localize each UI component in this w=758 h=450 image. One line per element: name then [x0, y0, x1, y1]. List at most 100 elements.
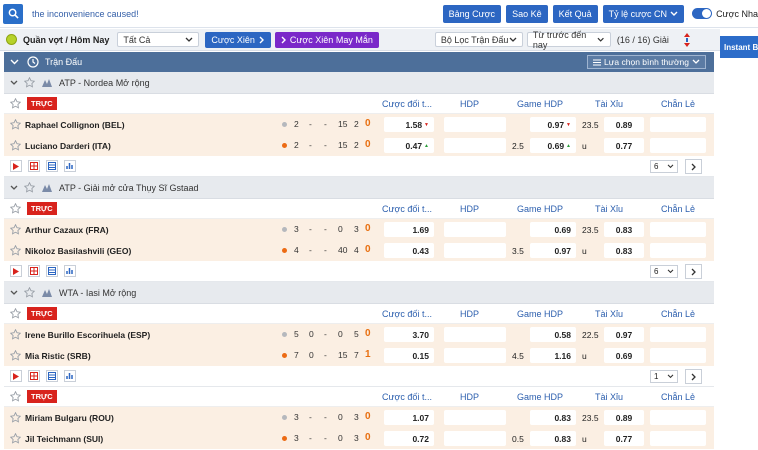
game-hdp-odds[interactable]: 0.58: [530, 327, 576, 342]
sort-order-icon[interactable]: [683, 32, 691, 47]
score-s2: 0: [309, 329, 314, 339]
hdp-odds[interactable]: [444, 222, 506, 237]
game-hdp-odds[interactable]: 0.97 ▼: [530, 117, 576, 132]
scoreboard-icon[interactable]: [46, 265, 58, 277]
hdp-odds[interactable]: [444, 410, 506, 425]
quick-bet-toggle[interactable]: [692, 8, 713, 19]
star-icon[interactable]: [10, 245, 21, 256]
star-icon[interactable]: [10, 98, 21, 109]
statement-button[interactable]: Sao Kê: [506, 4, 548, 23]
game-hdp-odds[interactable]: 0.69 ▲: [530, 138, 576, 153]
odd-even-odds[interactable]: [650, 431, 706, 446]
hdp-odds[interactable]: [444, 138, 506, 153]
tennis-ball-icon: [6, 34, 17, 45]
more-markets-select[interactable]: 1: [650, 370, 678, 383]
stats-grid-icon[interactable]: [28, 370, 40, 382]
results-button[interactable]: Kết Quả: [552, 4, 598, 23]
odds-value: 0.89: [615, 412, 633, 423]
hdp-odds[interactable]: [444, 117, 506, 132]
play-icon[interactable]: [10, 160, 22, 172]
star-icon[interactable]: [10, 391, 21, 402]
moneyline-odds[interactable]: 0.47 ▲: [384, 138, 434, 153]
play-icon[interactable]: [10, 265, 22, 277]
star-icon[interactable]: [10, 140, 21, 151]
star-icon[interactable]: [24, 77, 35, 88]
play-icon[interactable]: [10, 370, 22, 382]
scoreboard-icon[interactable]: [46, 370, 58, 382]
star-icon[interactable]: [10, 412, 21, 423]
game-hdp-odds[interactable]: 0.69: [530, 222, 576, 237]
moneyline-odds[interactable]: 1.07: [384, 410, 434, 425]
odd-even-odds[interactable]: [650, 222, 706, 237]
odds-type-button[interactable]: Tỷ lệ cược CN: [602, 4, 685, 23]
star-icon[interactable]: [10, 329, 21, 340]
league-header[interactable]: ATP - Giải mở cửa Thụy Sĩ Gstaad: [4, 177, 714, 199]
collapse-icon[interactable]: [10, 185, 18, 191]
star-icon[interactable]: [10, 433, 21, 444]
next-button[interactable]: [685, 264, 702, 279]
chevron-down-icon: [670, 11, 678, 16]
game-hdp-odds[interactable]: 0.83: [530, 431, 576, 446]
star-icon[interactable]: [10, 224, 21, 235]
league-header[interactable]: ATP - Nordea Mở rộng: [4, 72, 714, 94]
instant-bet-tab[interactable]: Instant Bet: [720, 36, 758, 58]
odd-even-odds[interactable]: [650, 138, 706, 153]
league-filter-select[interactable]: Bộ Lọc Trận Đấu: [434, 32, 523, 47]
moneyline-odds[interactable]: 1.58 ▼: [384, 117, 434, 132]
odd-even-odds[interactable]: [650, 117, 706, 132]
star-icon[interactable]: [24, 182, 35, 193]
collapse-icon[interactable]: [10, 290, 18, 296]
game-hdp-odds[interactable]: 0.97: [530, 243, 576, 258]
odd-even-odds[interactable]: [650, 348, 706, 363]
game-hdp-odds[interactable]: 1.16: [530, 348, 576, 363]
more-markets-select[interactable]: 6: [650, 160, 678, 173]
collapse-icon[interactable]: [10, 59, 19, 65]
chart-icon[interactable]: [64, 265, 76, 277]
odd-even-odds[interactable]: [650, 410, 706, 425]
hdp-odds[interactable]: [444, 348, 506, 363]
chart-icon[interactable]: [64, 370, 76, 382]
over-under-line: u: [582, 351, 587, 361]
next-button[interactable]: [685, 369, 702, 384]
parlay-button[interactable]: Cược Xiên: [205, 31, 271, 48]
stats-grid-icon[interactable]: [28, 160, 40, 172]
more-markets-select[interactable]: 6: [650, 265, 678, 278]
bet-list-button[interactable]: Bảng Cược: [442, 4, 502, 23]
market-select[interactable]: Tất Cả: [117, 32, 200, 47]
star-icon[interactable]: [10, 350, 21, 361]
odd-even-odds[interactable]: [650, 327, 706, 342]
moneyline-odds[interactable]: 0.43: [384, 243, 434, 258]
moneyline-odds[interactable]: 3.70: [384, 327, 434, 342]
lucky-parlay-button[interactable]: Cược Xiên May Mắn: [274, 31, 379, 48]
star-icon[interactable]: [24, 287, 35, 298]
over-under-odds[interactable]: 0.69: [604, 348, 644, 363]
star-icon[interactable]: [10, 203, 21, 214]
hdp-odds[interactable]: [444, 327, 506, 342]
hdp-odds[interactable]: [444, 243, 506, 258]
over-under-odds[interactable]: 0.89: [604, 117, 644, 132]
over-under-odds[interactable]: 0.77: [604, 138, 644, 153]
next-button[interactable]: [685, 159, 702, 174]
odd-even-odds[interactable]: [650, 243, 706, 258]
game-hdp-odds[interactable]: 0.83: [530, 410, 576, 425]
over-under-odds[interactable]: 0.89: [604, 410, 644, 425]
over-under-odds[interactable]: 0.83: [604, 222, 644, 237]
moneyline-odds[interactable]: 1.69: [384, 222, 434, 237]
stats-grid-icon[interactable]: [28, 265, 40, 277]
scoreboard-icon[interactable]: [46, 160, 58, 172]
hdp-odds[interactable]: [444, 431, 506, 446]
moneyline-odds[interactable]: 0.15: [384, 348, 434, 363]
over-under-odds[interactable]: 0.83: [604, 243, 644, 258]
chart-icon[interactable]: [64, 160, 76, 172]
league-header[interactable]: WTA - Iasi Mở rộng: [4, 282, 714, 304]
view-mode-select[interactable]: Lựa chọn bình thường: [586, 55, 706, 69]
moneyline-odds[interactable]: 0.72: [384, 431, 434, 446]
star-icon[interactable]: [10, 119, 21, 130]
time-sort-select[interactable]: Từ trước đến nay: [526, 30, 611, 50]
star-icon[interactable]: [10, 308, 21, 319]
team-name: Luciano Darderi (ITA): [25, 140, 111, 151]
over-under-odds[interactable]: 0.97: [604, 327, 644, 342]
over-under-odds[interactable]: 0.77: [604, 431, 644, 446]
collapse-icon[interactable]: [10, 80, 18, 86]
search-button[interactable]: [3, 3, 23, 24]
